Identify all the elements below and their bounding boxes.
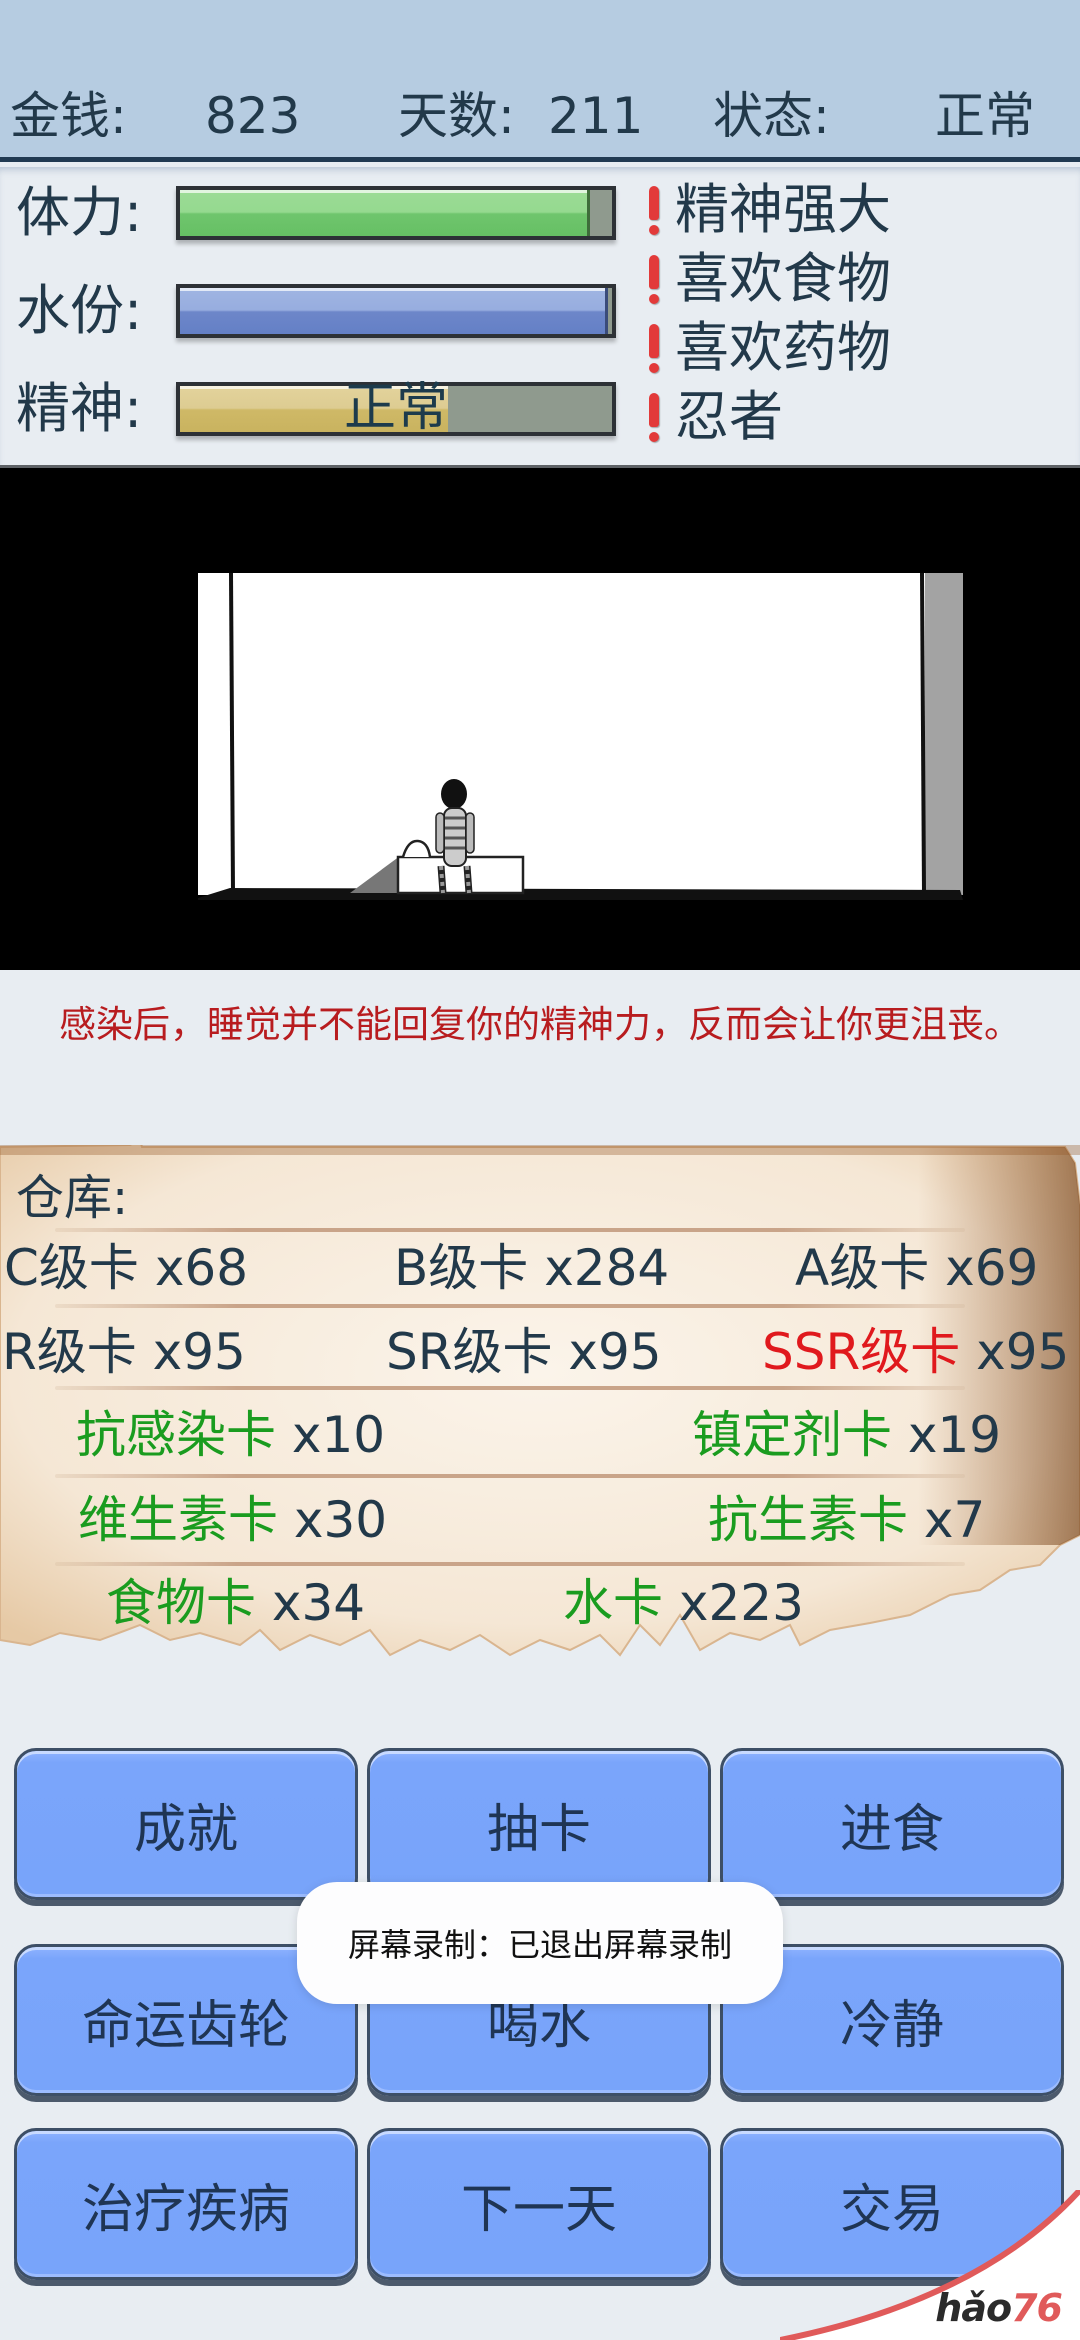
draw-card-button[interactable]: 抽卡 [367, 1748, 711, 1900]
stamina-bar-fill [180, 190, 591, 236]
spirit-bar: 正常 [176, 378, 616, 438]
stamina-bar [176, 186, 616, 240]
room-floor-line [198, 888, 963, 900]
divider [55, 1304, 965, 1308]
inventory-item-vitamin-card[interactable]: 维生素卡 x30 [78, 1490, 387, 1550]
trait-text: 喜欢药物 [675, 315, 891, 379]
toast-text: 屏幕录制：已退出屏幕录制 [347, 1926, 732, 1964]
divider [55, 1562, 965, 1566]
treat-disease-button[interactable]: 治疗疾病 [14, 2128, 358, 2280]
water-label: 水份: [16, 279, 143, 342]
next-day-button[interactable]: 下一天 [367, 2128, 711, 2280]
divider [55, 1474, 965, 1478]
item-count: x69 [945, 1239, 1039, 1297]
item-name: 维生素卡 [78, 1491, 278, 1549]
item-name: 食物卡 [106, 1574, 256, 1632]
water-bar [176, 284, 616, 338]
inventory-item-food-card[interactable]: 食物卡 x34 [106, 1573, 365, 1633]
item-count: x7 [923, 1491, 986, 1549]
divider [55, 1228, 965, 1232]
water-bar-fill [180, 288, 608, 334]
inventory-item-c-card[interactable]: C级卡 x68 [4, 1238, 248, 1298]
trait-item: 喜欢食物 [645, 244, 891, 313]
watermark: hǎo76 [779, 2187, 1080, 2340]
button-label: 下一天 [460, 2179, 617, 2240]
button-label: 治疗疾病 [81, 2179, 290, 2240]
item-name: A级卡 [795, 1239, 930, 1297]
room-wall [198, 573, 963, 895]
spirit-label: 精神: [16, 377, 143, 440]
item-count: x284 [544, 1239, 670, 1297]
item-count: x34 [271, 1574, 366, 1632]
exclamation-icon [647, 322, 661, 374]
item-count: x95 [152, 1323, 246, 1381]
item-count: x19 [907, 1406, 1002, 1464]
stamina-label: 体力: [16, 181, 143, 244]
game-scene [0, 465, 1080, 970]
inventory-item-a-card[interactable]: A级卡 x69 [795, 1238, 1038, 1298]
item-name: 抗感染卡 [76, 1406, 276, 1464]
screen-recording-toast: 屏幕录制：已退出屏幕录制 [297, 1882, 783, 2004]
trait-text: 忍者 [675, 384, 783, 448]
exclamation-icon [647, 391, 661, 443]
inventory-item-ssr-card[interactable]: SSR级卡 x95 [762, 1322, 1069, 1382]
item-name: C级卡 [4, 1239, 139, 1297]
status-header: 金钱: 823 天数: 211 状态: 正常 [0, 0, 1080, 162]
money-label: 金钱: [10, 87, 127, 145]
stats-panel: 体力: 水份: 精神: 正常 [0, 167, 1080, 465]
item-name: SR级卡 [386, 1323, 553, 1381]
traits-list: 精神强大 喜欢食物 喜欢药物 忍者 [645, 175, 891, 451]
trait-item: 精神强大 [645, 175, 891, 244]
item-count: x223 [678, 1574, 804, 1632]
room-right-pillar [925, 573, 963, 895]
inventory-item-r-card[interactable]: R级卡 x95 [2, 1322, 246, 1382]
trait-text: 精神强大 [675, 177, 891, 241]
scene-illustration [198, 572, 963, 900]
item-count: x30 [293, 1491, 388, 1549]
room-left-edge [229, 572, 235, 894]
item-name: 水卡 [563, 1574, 663, 1632]
event-message: 感染后，睡觉并不能回复你的精神力，反而会让你更沮丧。 [59, 1003, 1021, 1046]
button-label: 抽卡 [486, 1799, 591, 1860]
item-name: 抗生素卡 [708, 1491, 908, 1549]
inventory-item-sr-card[interactable]: SR级卡 x95 [386, 1322, 662, 1382]
inventory-item-antibiotic-card[interactable]: 抗生素卡 x7 [708, 1490, 985, 1550]
inventory-item-sedative-card[interactable]: 镇定剂卡 x19 [692, 1405, 1001, 1465]
room-right-edge [920, 572, 926, 894]
button-label: 成就 [133, 1799, 238, 1860]
item-name: B级卡 [394, 1239, 529, 1297]
item-name: SSR级卡 [762, 1323, 961, 1381]
day-label: 天数: [398, 87, 515, 145]
button-label: 冷静 [839, 1995, 944, 2056]
button-label: 进食 [839, 1799, 944, 1860]
achievements-button[interactable]: 成就 [14, 1748, 358, 1900]
trait-item: 喜欢药物 [645, 313, 891, 382]
money-value: 823 [205, 87, 301, 145]
trait-text: 喜欢食物 [675, 246, 891, 310]
day-value: 211 [548, 87, 644, 145]
spirit-bar-text: 正常 [343, 378, 448, 438]
inventory-item-b-card[interactable]: B级卡 x284 [394, 1238, 669, 1298]
inventory-item-water-card[interactable]: 水卡 x223 [563, 1573, 804, 1633]
inventory-title: 仓库: [16, 1170, 129, 1226]
exclamation-icon [647, 253, 661, 305]
item-count: x68 [154, 1239, 249, 1297]
state-label: 状态: [713, 87, 830, 145]
watermark-logo: hǎo76 [935, 2286, 1063, 2330]
item-count: x95 [976, 1323, 1070, 1381]
divider [55, 1386, 965, 1390]
trait-item: 忍者 [645, 382, 891, 451]
inventory-item-anti-infection-card[interactable]: 抗感染卡 x10 [76, 1405, 385, 1465]
button-label: 命运齿轮 [81, 1995, 290, 2056]
eat-button[interactable]: 进食 [720, 1748, 1064, 1900]
item-count: x95 [568, 1323, 662, 1381]
item-name: 镇定剂卡 [692, 1406, 892, 1464]
item-name: R级卡 [2, 1323, 137, 1381]
exclamation-icon [647, 184, 661, 236]
item-count: x10 [291, 1406, 386, 1464]
state-value: 正常 [935, 87, 1035, 145]
